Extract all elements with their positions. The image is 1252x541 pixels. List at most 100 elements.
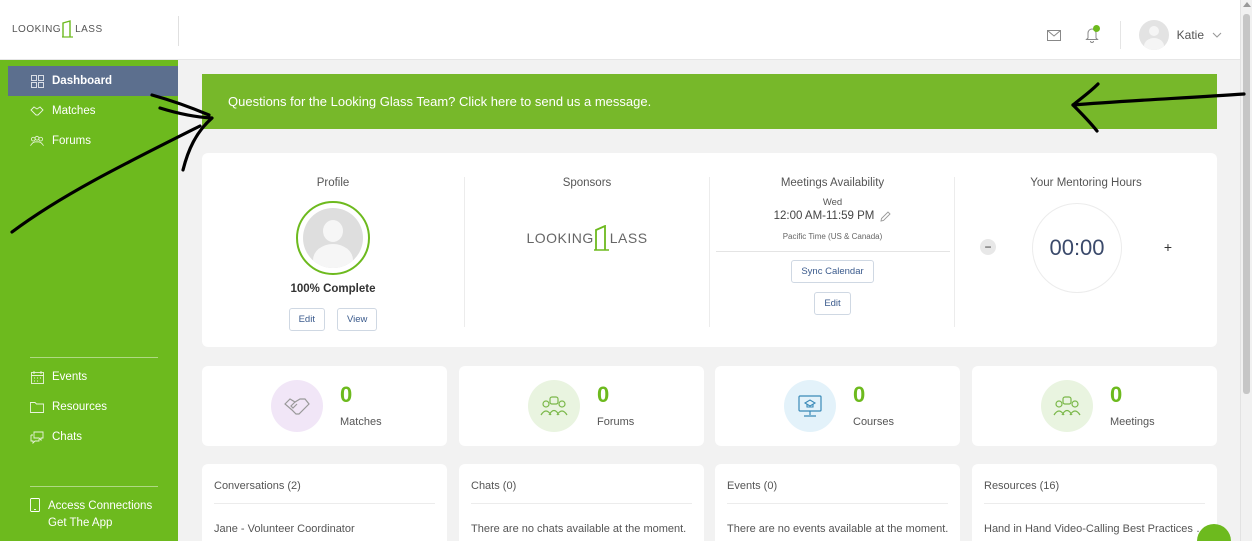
mentoring-hours-display: 00:00: [1032, 203, 1122, 293]
card-divider: [214, 503, 435, 504]
banner-text: Questions for the Looking Glass Team? Cl…: [228, 94, 652, 109]
mail-icon[interactable]: [1044, 25, 1064, 45]
sidebar-secondary-nav: Events Resources Chats: [0, 362, 178, 452]
notification-dot: [1092, 25, 1100, 32]
matches-label: Matches: [340, 416, 382, 428]
top-header: LOOKING LASS Katie: [0, 0, 1240, 60]
sponsor-logo: LOOKING LASS: [465, 225, 709, 251]
chats-title[interactable]: Chats (0): [471, 480, 516, 492]
conversations-card: Conversations (2) Jane - Volunteer Coord…: [202, 464, 447, 541]
meeting-day: Wed: [822, 197, 843, 208]
chevron-down-icon: [1212, 32, 1222, 38]
forums-stat-card[interactable]: 0 Forums: [459, 366, 704, 446]
handshake-icon: [30, 104, 44, 118]
edit-profile-button[interactable]: Edit: [288, 308, 325, 331]
sidebar-item-resources[interactable]: Resources: [0, 392, 178, 422]
header-divider: [178, 16, 179, 46]
scroll-thumb[interactable]: [1243, 14, 1250, 394]
meetings-divider: [715, 251, 950, 252]
sidebar-main-nav: Dashboard Matches Forums: [0, 66, 178, 156]
calendar-icon: [30, 370, 44, 384]
sidebar-item-forums[interactable]: Forums: [0, 126, 178, 156]
sidebar-item-label: Chats: [52, 431, 83, 443]
meetings-section: Meetings Availability Wed 12:00 AM-11:59…: [710, 153, 955, 347]
courses-count: 0: [853, 382, 866, 407]
forums-count: 0: [597, 382, 610, 407]
conversations-title[interactable]: Conversations (2): [214, 480, 301, 492]
avatar: [1138, 20, 1169, 50]
courses-stat-card[interactable]: 0 Courses: [715, 366, 960, 446]
forums-label: Forums: [597, 416, 635, 428]
matches-count: 0: [340, 382, 353, 407]
contact-team-banner[interactable]: Questions for the Looking Glass Team? Cl…: [202, 74, 1217, 129]
looking-glass-logo[interactable]: LOOKING LASS: [12, 20, 103, 38]
chats-empty-message: There are no chats available at the mome…: [471, 523, 687, 535]
sidebar: Dashboard Matches Forums Events Resource…: [0, 60, 178, 541]
mentoring-hours-section: Your Mentoring Hours − 00:00 +: [955, 153, 1217, 347]
chat-icon: [30, 430, 44, 444]
meeting-timezone: Pacific Time (US & Canada): [782, 232, 883, 241]
sidebar-item-label: Dashboard: [52, 75, 113, 87]
logo-text-right: LASS: [75, 23, 103, 35]
resources-card: Resources (16) Hand in Hand Video-Callin…: [972, 464, 1217, 541]
sidebar-item-matches[interactable]: Matches: [0, 96, 178, 126]
profile-section: Profile 100% Complete Edit View: [202, 153, 464, 347]
folder-icon: [30, 400, 44, 414]
meetings-stat-card[interactable]: 0 Meetings: [972, 366, 1217, 446]
conversation-item[interactable]: Jane - Volunteer Coordinator: [214, 523, 439, 535]
chats-card: Chats (0) There are no chats available a…: [459, 464, 704, 541]
meetings-title: Meetings Availability: [780, 177, 885, 189]
mirror-logo-icon: [593, 225, 609, 251]
scroll-up-arrow[interactable]: [1243, 2, 1251, 7]
sync-calendar-button[interactable]: Sync Calendar: [791, 260, 874, 283]
sidebar-item-label: Events: [52, 371, 88, 383]
events-card: Events (0) There are no events available…: [715, 464, 960, 541]
resource-item[interactable]: Hand in Hand Video-Calling Best Practice…: [984, 523, 1209, 535]
sidebar-item-label: Forums: [52, 135, 91, 147]
sidebar-item-chats[interactable]: Chats: [0, 422, 178, 452]
edit-availability-button[interactable]: Edit: [814, 292, 851, 315]
courses-label: Courses: [853, 416, 894, 428]
phone-icon: [30, 498, 40, 512]
grid-icon: [30, 74, 44, 88]
sidebar-divider: [30, 486, 158, 487]
sponsor-logo-right: LASS: [609, 230, 648, 246]
sponsors-title: Sponsors: [562, 177, 612, 189]
meeting-time: 12:00 AM-11:59 PM: [773, 210, 875, 222]
sidebar-item-events[interactable]: Events: [0, 362, 178, 392]
monitor-graduation-icon: [784, 380, 836, 432]
access-connections-text: Access Connections: [48, 500, 153, 512]
sidebar-item-dashboard[interactable]: Dashboard: [8, 66, 178, 96]
user-menu[interactable]: Katie: [1138, 20, 1222, 50]
card-divider: [984, 503, 1205, 504]
header-separator: [1119, 21, 1121, 49]
handshake-icon: [271, 380, 323, 432]
sidebar-item-label: Matches: [52, 105, 96, 117]
get-the-app-text: Get The App: [48, 517, 113, 529]
people-icon: [528, 380, 580, 432]
pencil-icon[interactable]: [880, 210, 892, 222]
user-name: Katie: [1176, 28, 1204, 42]
page-scrollbar[interactable]: [1240, 0, 1252, 541]
events-title[interactable]: Events (0): [727, 480, 777, 492]
card-divider: [471, 503, 692, 504]
increase-hours-button[interactable]: +: [1160, 239, 1176, 255]
bell-icon[interactable]: [1082, 25, 1102, 45]
profile-completion: 100% Complete: [290, 283, 376, 295]
resources-title[interactable]: Resources (16): [984, 480, 1059, 492]
matches-stat-card[interactable]: 0 Matches: [202, 366, 447, 446]
people-icon: [1041, 380, 1093, 432]
view-profile-button[interactable]: View: [336, 308, 378, 331]
logo-text-left: LOOKING: [12, 23, 62, 35]
decrease-hours-button[interactable]: −: [980, 239, 996, 255]
profile-avatar: [296, 201, 370, 275]
sidebar-item-label: Resources: [52, 401, 107, 413]
mirror-logo-icon: [62, 20, 74, 38]
card-divider: [727, 503, 948, 504]
meetings-count: 0: [1110, 382, 1123, 407]
header-actions: Katie: [1044, 20, 1222, 50]
meetings-label: Meetings: [1110, 416, 1155, 428]
get-the-app-link[interactable]: Access Connections Get The App: [30, 498, 168, 532]
sponsor-logo-left: LOOKING: [526, 230, 594, 246]
sidebar-divider: [30, 357, 158, 358]
